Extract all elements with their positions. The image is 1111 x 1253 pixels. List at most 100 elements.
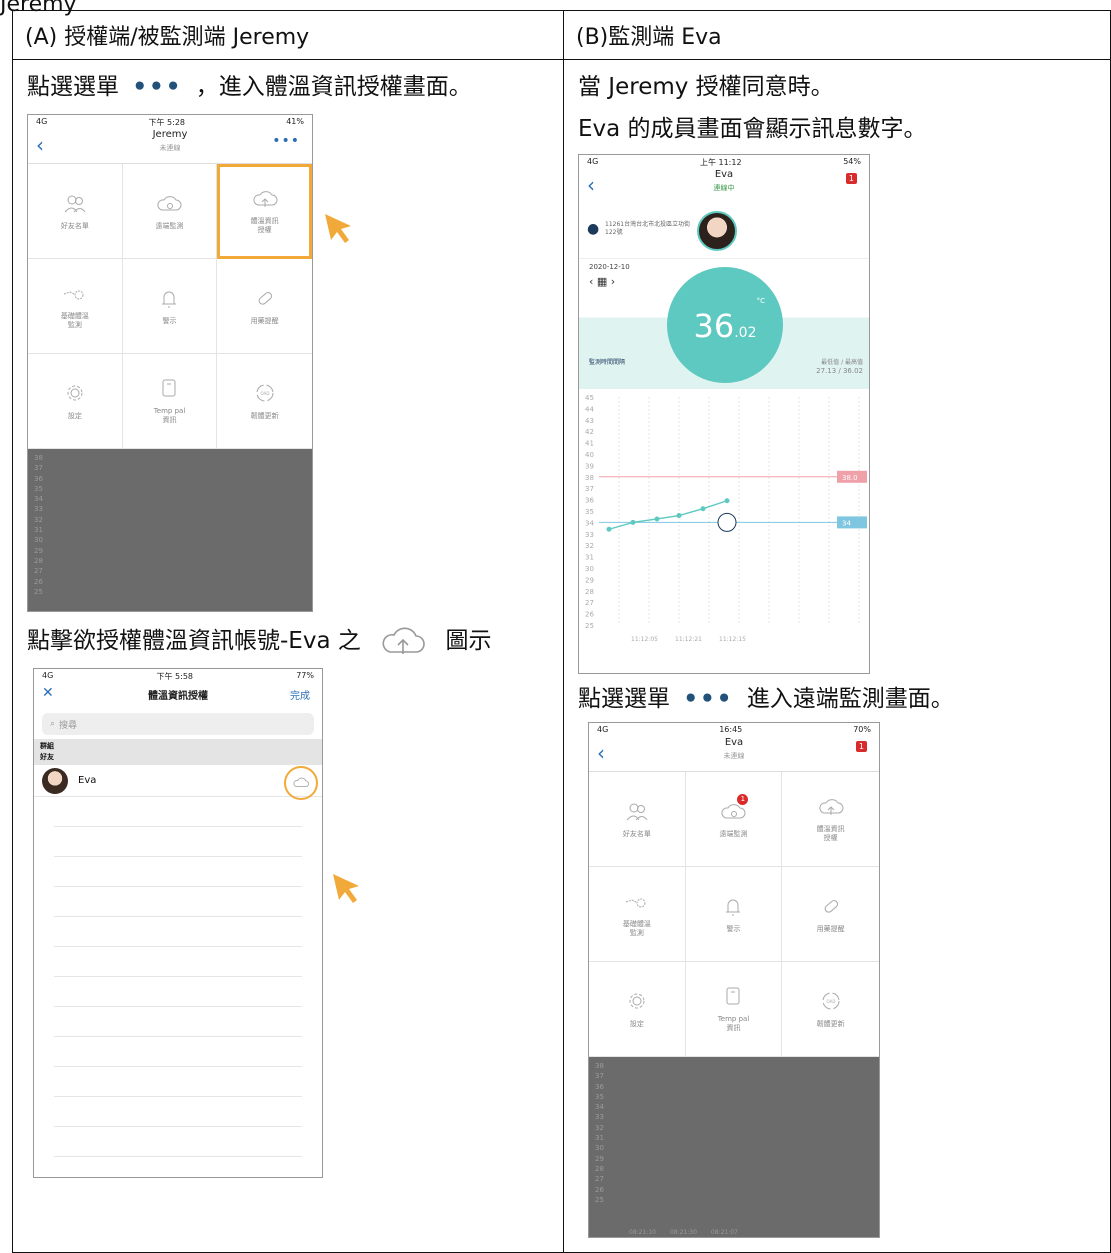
y-tick-label: 36 [595,1082,604,1091]
menu-item-label: Temp pal 資訊 [717,1015,750,1032]
search-placeholder: 搜尋 [59,720,78,731]
temperature-panel: 2020-12-10 ‹ ▦ › °C 36.02 監測時間間隔 最低值 / 最… [579,259,869,389]
cursor-marker-icon[interactable] [717,512,737,532]
menu-item-refresh[interactable]: OAD 韌體更新 [217,354,312,449]
y-tick-label: 37 [34,464,43,473]
menu-item-gear[interactable]: 設定 [589,962,686,1057]
phone-screenshot-jeremy-menu: 4G 下午 5:28 41% ‹ Jeremy 未連線 ••• 好友名單 遠端監測… [27,114,313,612]
y-tick-label: 30 [585,565,594,573]
friend-row-eva[interactable]: Eva [34,765,322,800]
y-tick-label: 45 [585,394,594,402]
menu-item-chart-sparkle[interactable]: 基礎體溫 監測 [589,867,686,962]
menu-item-cloud-eye[interactable]: 1 遠端監測 [685,772,783,867]
menu-item-bell[interactable]: 警示 [685,867,783,962]
menu-item-device[interactable]: Temp pal 資訊 [122,354,218,449]
y-tick-label: 27 [34,567,43,576]
authorize-cloud-button[interactable] [284,766,318,800]
y-tick-label: 35 [585,508,594,516]
menu-item-label: 用藥提醒 [816,924,845,933]
status-bar: 4G 下午 5:58 77% [34,669,322,683]
section-header: 群組 好友 [34,739,322,765]
menu-item-chart-sparkle[interactable]: 基礎體溫 監測 [28,259,123,354]
menu-item-label: 好友名單 [60,221,89,230]
status-time: 下午 5:58 [156,672,194,681]
y-tick-label: 29 [595,1154,604,1163]
step2-suffix: 圖示 [445,628,492,654]
menu-item-device[interactable]: Temp pal 資訊 [685,962,783,1057]
search-input[interactable]: ⌕ 搜尋 [42,713,314,735]
notification-badge[interactable]: 1 [845,173,857,184]
cloud-upload-icon [382,626,425,654]
y-tick-label: 32 [585,542,594,550]
menu-item-friends[interactable]: 好友名單 [28,164,123,259]
status-time: 下午 5:28 [148,118,186,127]
date-nav[interactable]: ‹ ▦ › [589,275,615,288]
column-b: 當 Jeremy 授權同意時。 Eva 的成員畫面會顯示訊息數字。 4G 上午 … [563,59,1111,1253]
menu-item-label: 體溫資訊 授權 [250,217,279,234]
menu-item-cloud-eye[interactable]: 遠端監測 [122,164,218,259]
cloud-eye-icon [157,195,182,210]
svg-text:OAD: OAD [826,999,835,1004]
temperature-circle: °C 36.02 [667,267,783,383]
menu-item-cloud-upload[interactable]: 體溫資訊 授權 [217,164,312,259]
y-tick-label: 31 [585,554,594,562]
pointer-arrow-icon [333,874,359,903]
y-tick-label: 33 [34,505,43,514]
y-tick-label: 38 [595,1062,604,1070]
notification-badge: 1 [737,794,749,805]
battery-label: 70% [853,725,871,734]
x-tick-label: 11:12:05 [631,636,658,643]
y-tick-label: 30 [595,1144,604,1153]
header-b: (B)監測端 Eva [563,10,1111,60]
menu-item-label: 體溫資訊 授權 [816,825,845,842]
more-menu-icon[interactable]: ••• [272,133,300,149]
y-tick-label: 29 [34,546,43,555]
connection-status: 未連線 [159,144,181,152]
dimmed-chart-area: 38 37 36 35 34 33 32 31 30 29 28 27 26 25 [28,449,312,611]
menu-item-label: 設定 [629,1019,644,1028]
notification-badge[interactable]: 1 [855,741,867,752]
y-tick-label: 33 [595,1113,604,1122]
menu-item-label: Temp pal 資訊 [153,407,186,424]
step3-text: 點選選單 ••• 進入遠端監測畫面。 [578,678,1096,720]
bell-icon [162,291,177,307]
x-tick-label: 11:12:15 [719,636,746,643]
y-tick-label: 41 [585,440,594,448]
y-tick-label: 26 [585,611,594,619]
menu-item-pill[interactable]: 用藥提醒 [782,867,879,962]
battery-label: 41% [286,117,304,126]
interval-label: 監測時間間隔 [589,359,626,366]
step1-text: 點選選單 ••• ，進入體溫資訊授權畫面。 [27,66,549,108]
y-tick-label: 40 [585,451,594,459]
section-friends-label: 好友 [40,753,54,761]
friends-icon [626,803,648,820]
step3-suffix: 進入遠端監測畫面。 [746,686,954,712]
location-pin-icon: ● [587,221,600,237]
y-tick-label: 36 [34,474,43,483]
done-button[interactable]: 完成 [290,687,310,702]
menu-item-gear[interactable]: 設定 [28,354,123,449]
y-tick-label: 42 [585,428,594,436]
phone-screenshot-eva-menu: 4G 16:45 70% ‹ Eva 未連線 1 好友名單 1 遠端監測 體溫資訊 授… [588,722,880,1238]
menu-item-friends[interactable]: 好友名單 [589,772,686,867]
y-tick-label: 28 [34,556,43,565]
refresh-icon: OAD [256,384,274,401]
y-tick-label: 44 [585,405,594,413]
date-label: 2020-12-10 [589,263,630,271]
cloud-upload-icon [819,799,844,815]
y-tick-label: 35 [34,484,43,493]
menu-item-bell[interactable]: 警示 [122,259,218,354]
y-tick-label: 33 [585,531,594,539]
section-group-label: 群組 [40,742,54,750]
menu-item-cloud-upload[interactable]: 體溫資訊 授權 [782,772,879,867]
menu-item-label: 用藥提醒 [250,316,279,325]
menu-item-refresh[interactable]: OAD 韌體更新 [782,962,879,1057]
y-tick-label: 31 [34,526,43,535]
y-tick-label: 27 [595,1175,604,1184]
connection-status: 未連線 [723,752,745,760]
temperature-point [676,513,682,519]
y-tick-label: 25 [34,587,43,596]
connection-status: 連線中 [713,184,735,192]
menu-item-pill[interactable]: 用藥提醒 [217,259,312,354]
step-b2-text: Eva 的成員畫面會顯示訊息數字。 [578,116,927,142]
